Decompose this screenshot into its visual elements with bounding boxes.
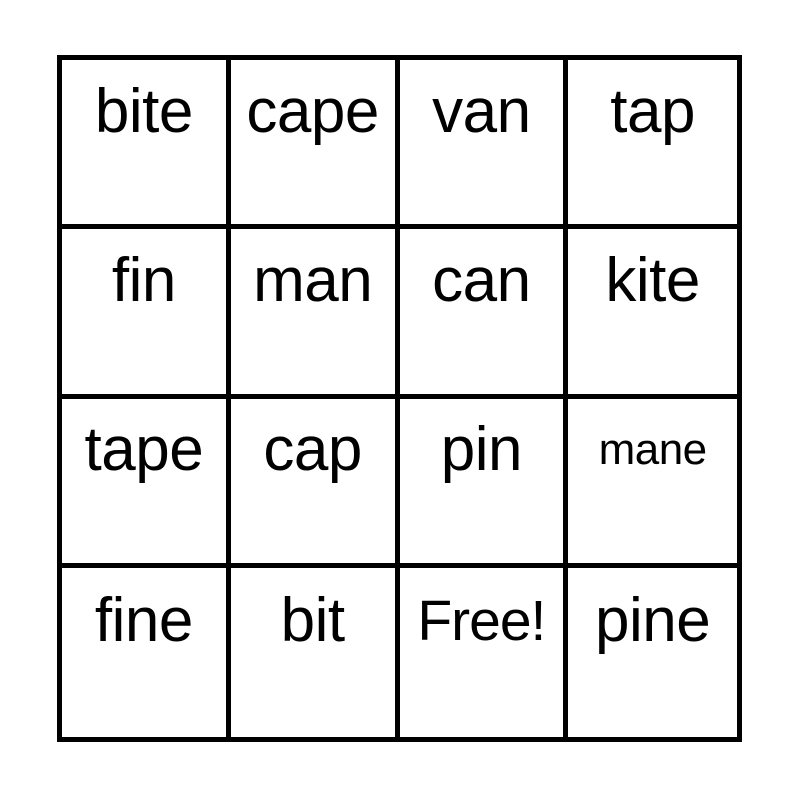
bingo-cell[interactable]: mane	[568, 398, 737, 568]
bingo-cell-label: van	[432, 76, 531, 146]
bingo-cell[interactable]: van	[399, 60, 569, 230]
bingo-cell-label: tap	[610, 76, 695, 146]
bingo-cell-label: can	[432, 245, 531, 315]
bingo-cell[interactable]: can	[399, 229, 569, 399]
bingo-cell-label: fin	[111, 245, 176, 315]
bingo-cell[interactable]: man	[230, 229, 400, 399]
bingo-cell-label: fine	[94, 586, 193, 656]
bingo-cell[interactable]: cap	[230, 398, 400, 568]
bingo-cell-label: kite	[605, 245, 700, 315]
bingo-cell[interactable]: pin	[399, 398, 569, 568]
bingo-cell[interactable]: pine	[568, 567, 737, 737]
bingo-cell-label: cape	[246, 76, 379, 146]
bingo-cell-label: pine	[595, 586, 711, 656]
bingo-cell[interactable]: cape	[230, 60, 400, 230]
bingo-cell[interactable]: Free!	[399, 567, 569, 737]
bingo-cell[interactable]: tap	[568, 60, 737, 230]
bingo-cell-label: mane	[598, 425, 708, 475]
bingo-cell-label: man	[253, 245, 373, 315]
bingo-cell[interactable]: bit	[230, 567, 400, 737]
bingo-cell-label: cap	[263, 415, 362, 485]
bingo-cell[interactable]: fin	[62, 229, 231, 399]
bingo-card: bite cape van tap fin man can kite tape cap pin man…	[57, 55, 742, 742]
bingo-cell[interactable]: kite	[568, 229, 737, 399]
bingo-cell-label: bite	[94, 76, 193, 146]
free-space-label: Free!	[417, 588, 546, 653]
bingo-cell[interactable]: fine	[62, 567, 231, 737]
bingo-cell-label: bit	[280, 586, 345, 656]
bingo-grid: bite cape van tap fin man can kite tape cap pin man…	[62, 60, 737, 737]
bingo-cell-label: pin	[440, 415, 523, 485]
bingo-cell-label: tape	[84, 415, 204, 485]
bingo-cell[interactable]: bite	[62, 60, 231, 230]
bingo-cell[interactable]: tape	[62, 398, 231, 568]
